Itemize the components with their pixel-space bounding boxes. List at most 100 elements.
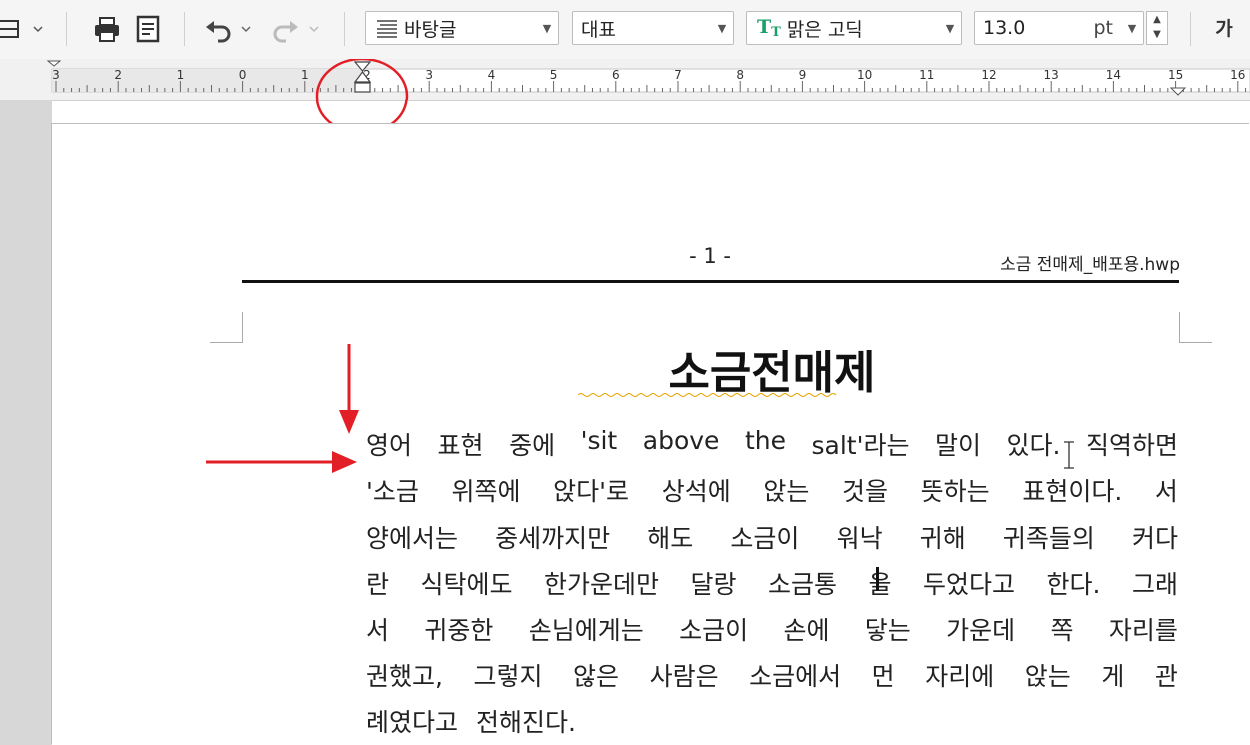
down-arrow-icon	[339, 344, 359, 434]
ruler-label: 9	[799, 68, 807, 82]
font-type-icon: TT	[757, 16, 781, 40]
body-word: 한다.	[1046, 570, 1101, 599]
crop-mark	[1179, 312, 1212, 343]
ruler-label: 6	[612, 68, 620, 82]
ruler-label: 3	[425, 68, 433, 82]
body-word: 귀중한	[424, 616, 494, 645]
toolbar-separator	[1190, 12, 1191, 46]
font-combo[interactable]: TT 맑은 고딕 ▼	[746, 11, 962, 45]
body-word: 'sit	[580, 426, 618, 455]
body-word: 앉다'로	[553, 477, 630, 506]
toolbar-separator	[184, 12, 185, 46]
body-word: 워낙	[836, 524, 883, 553]
body-word: 서	[1154, 477, 1178, 506]
body-word: 그렇지	[473, 662, 543, 691]
ruler-label: 1	[177, 68, 185, 82]
font-size-combo[interactable]: 13.0 pt ▼	[974, 11, 1144, 45]
style-combo[interactable]: 바탕글 ▼	[365, 11, 559, 45]
paragraph-combo[interactable]: 대표 ▼	[572, 11, 734, 45]
layout-icon[interactable]	[0, 12, 48, 46]
body-line: 영어 표현 중에 'sit above the salt'라는 말이 있다. 직역하면	[366, 426, 1178, 462]
body-word: the	[744, 426, 786, 455]
print-button[interactable]	[90, 12, 124, 46]
body-word: 직역하면	[1085, 431, 1178, 460]
body-word: 게	[1101, 662, 1125, 691]
toolbar: 바탕글 ▼ 대표 ▼ TT 맑은 고딕 ▼ 13.0 pt ▼ ▲ ▼ 가	[0, 0, 1250, 60]
printer-icon	[95, 17, 119, 42]
ruler-label: 3	[52, 68, 60, 82]
body-word: 표현	[437, 431, 484, 460]
chevron-down-icon[interactable]: ▼	[711, 22, 733, 35]
font-glyph-button[interactable]: 가	[1204, 14, 1244, 44]
ruler-label: 1	[301, 68, 309, 82]
chevron-down-icon[interactable]: ▼	[1121, 22, 1143, 35]
body-word: 자리를	[1108, 616, 1178, 645]
ruler-label: 2	[114, 68, 122, 82]
body-word: 것을	[842, 477, 889, 506]
body-word: 을	[868, 570, 892, 599]
ruler-label: 10	[857, 68, 872, 82]
spin-down-icon[interactable]: ▼	[1147, 27, 1167, 42]
horizontal-ruler[interactable]: 3 2 1 0 1 2 3 4 5 6 7 8 9 10 11 12 13 14 15 16	[0, 57, 1250, 135]
body-word: 관	[1154, 662, 1178, 691]
header-page-number: - 1 -	[689, 244, 731, 268]
body-word: 귀족들의	[1002, 524, 1095, 553]
body-line: 서 귀중한 손님에게는 소금이 손에 닿는 가운데 쪽 자리를	[366, 611, 1178, 647]
body-word: 양에서는	[366, 524, 459, 553]
body-word: 서	[366, 616, 390, 645]
left-margin-marker	[46, 60, 62, 67]
ruler-label: 7	[674, 68, 682, 82]
body-word: 표현이다.	[1022, 477, 1123, 506]
toolbar-separator	[66, 12, 67, 46]
body-word: 손에	[783, 616, 830, 645]
body-word: 권했고,	[366, 662, 443, 691]
chevron-down-icon[interactable]: ▼	[536, 22, 558, 35]
body-word: 해도	[647, 524, 694, 553]
redo-button[interactable]	[266, 12, 322, 46]
chevron-down-icon[interactable]: ▼	[939, 22, 961, 35]
header-filename: 소금 전매제_배포용.hwp	[1000, 255, 1180, 275]
header-rule	[242, 280, 1179, 283]
ruler-label: 5	[550, 68, 558, 82]
body-word: 소금이	[679, 616, 749, 645]
font-size-spinner[interactable]: ▲ ▼	[1146, 11, 1168, 45]
ruler-label: 13	[1044, 68, 1059, 82]
body-line: 란 식탁에도 한가운데만 달랑 소금통 을 두었다고 한다. 그래	[366, 565, 1178, 601]
body-word: 달랑	[690, 570, 737, 599]
body-word: 한가운데만	[544, 570, 660, 599]
body-word: 닿는	[864, 616, 911, 645]
body-word: 상석에	[661, 477, 731, 506]
crop-mark	[210, 312, 243, 343]
body-word: '소금	[366, 477, 419, 506]
body-word: 영어	[366, 431, 413, 460]
right-arrow-icon	[206, 451, 357, 473]
preview-button[interactable]	[131, 12, 165, 46]
body-word: 중에	[509, 431, 556, 460]
body-line: 례였다고 전해진다.	[366, 703, 1178, 739]
body-word: 두었다고	[923, 570, 1016, 599]
body-word: 례였다고	[366, 708, 459, 737]
ruler-label: 11	[919, 68, 934, 82]
body-word: salt'라는	[811, 431, 910, 460]
paragraph-combo-value: 대표	[581, 18, 616, 41]
body-word: 쪽	[1050, 616, 1074, 645]
body-word: 있다.	[1006, 431, 1061, 460]
body-word: 란	[366, 570, 390, 599]
body-word: 소금에서	[749, 662, 842, 691]
ruler-label: 0	[239, 68, 247, 82]
body-word: 소금통	[768, 570, 838, 599]
i-beam-cursor-icon	[1064, 441, 1074, 469]
body-word: 뜻하는	[920, 477, 990, 506]
editor-margin-area	[0, 100, 52, 745]
spin-up-icon[interactable]: ▲	[1147, 12, 1167, 27]
body-word: 자리에	[925, 662, 995, 691]
body-word: 중세까지만	[495, 524, 611, 553]
body-word: 식탁에도	[420, 570, 513, 599]
ruler-label: 16	[1230, 68, 1245, 82]
body-word: above	[642, 426, 720, 455]
body-word: 사람은	[649, 662, 719, 691]
body-word: 가운데	[946, 616, 1016, 645]
undo-button[interactable]	[200, 12, 256, 46]
body-word: 앉는	[763, 477, 810, 506]
ruler-scale: 3 2 1 0 1 2 3 4 5 6 7 8 9 10 11 12 13 14 15 16	[46, 57, 1250, 135]
